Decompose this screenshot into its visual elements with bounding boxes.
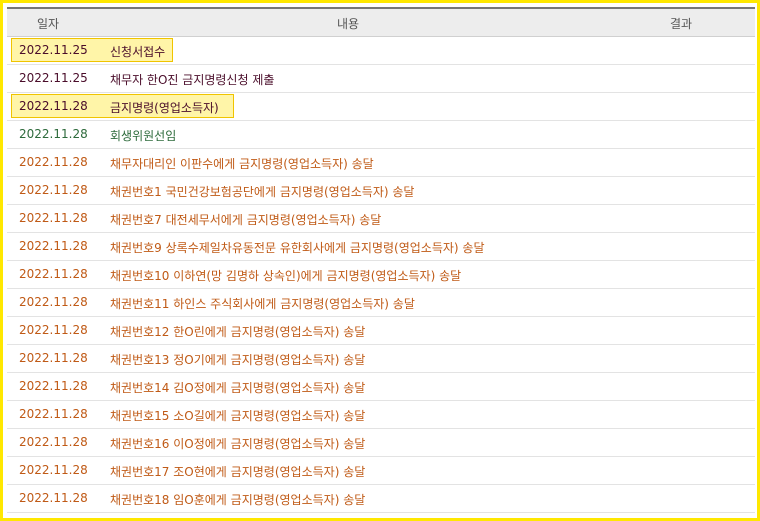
row-content: 채권번호14 김O정에게 금지명령(영업소득자) 송달 [110, 381, 366, 395]
table-row: 2022.11.28 채권번호18 임O훈에게 금지명령(영업소득자) 송달 [7, 485, 755, 513]
row-content: 채권번호9 상록수제일차유동전문 유한회사에게 금지명령(영업소득자) 송달 [110, 241, 485, 255]
row-date: 2022.11.25 [19, 71, 88, 85]
row-date: 2022.11.28 [19, 211, 88, 225]
row-content: 채권번호1 국민건강보험공단에게 금지명령(영업소득자) 송달 [110, 185, 415, 199]
table-row: 2022.11.28 채권번호14 김O정에게 금지명령(영업소득자) 송달 [7, 373, 755, 401]
row-content: 신청서접수 [110, 45, 166, 59]
table-row: 2022.11.28 회생위원선임 [7, 121, 755, 149]
row-content: 회생위원선임 [110, 129, 177, 143]
table-row: 2022.11.28 채권번호10 이하연(망 김명하 상속인)에게 금지명령(… [7, 261, 755, 289]
row-content: 채권번호15 소O길에게 금지명령(영업소득자) 송달 [110, 409, 366, 423]
row-content: 채권번호11 하인스 주식회사에게 금지명령(영업소득자) 송달 [110, 297, 415, 311]
table-row: 2022.11.28 채권번호11 하인스 주식회사에게 금지명령(영업소득자)… [7, 289, 755, 317]
table-row: 2022.11.28 채권번호12 한O린에게 금지명령(영업소득자) 송달 [7, 317, 755, 345]
row-content: 채권번호17 조O현에게 금지명령(영업소득자) 송달 [110, 465, 366, 479]
table-row: 2022.11.25 신청서접수 [7, 37, 755, 65]
row-date: 2022.11.28 [19, 379, 88, 393]
row-content: 채무자 한O진 금지명령신청 제출 [110, 73, 275, 87]
row-content: 채권번호13 정O기에게 금지명령(영업소득자) 송달 [110, 353, 366, 367]
row-content: 채무자대리인 이판수에게 금지명령(영업소득자) 송달 [110, 157, 374, 171]
row-date: 2022.11.28 [19, 295, 88, 309]
row-date: 2022.11.28 [19, 239, 88, 253]
table-row: 2022.11.28 채권번호7 대전세무서에게 금지명령(영업소득자) 송달 [7, 205, 755, 233]
header-date: 일자 [37, 17, 60, 31]
table-row: 2022.11.28 채권번호9 상록수제일차유동전문 유한회사에게 금지명령(… [7, 233, 755, 261]
row-date: 2022.11.25 [19, 43, 88, 57]
row-date: 2022.11.28 [19, 463, 88, 477]
table-row: 2022.11.28 채권번호1 국민건강보험공단에게 금지명령(영업소득자) … [7, 177, 755, 205]
row-date: 2022.11.28 [19, 351, 88, 365]
table-row: 2022.11.28 채권번호13 정O기에게 금지명령(영업소득자) 송달 [7, 345, 755, 373]
table-row: 2022.11.28 채무자대리인 이판수에게 금지명령(영업소득자) 송달 [7, 149, 755, 177]
history-panel: 일자 내용 결과 2022.11.25 신청서접수 2022.11.25 채무자… [0, 0, 760, 521]
row-date: 2022.11.28 [19, 435, 88, 449]
table-row: 2022.11.28 채권번호15 소O길에게 금지명령(영업소득자) 송달 [7, 401, 755, 429]
table-row: 2022.11.28 채권번호17 조O현에게 금지명령(영업소득자) 송달 [7, 457, 755, 485]
row-date: 2022.11.28 [19, 127, 88, 141]
header-content: 내용 [337, 17, 360, 31]
table-row: 2022.11.28 채권번호16 이O정에게 금지명령(영업소득자) 송달 [7, 429, 755, 457]
row-content: 채권번호7 대전세무서에게 금지명령(영업소득자) 송달 [110, 213, 382, 227]
row-date: 2022.11.28 [19, 99, 88, 113]
table-row: 2022.11.25 채무자 한O진 금지명령신청 제출 [7, 65, 755, 93]
row-content: 채권번호16 이O정에게 금지명령(영업소득자) 송달 [110, 437, 366, 451]
row-content: 채권번호12 한O린에게 금지명령(영업소득자) 송달 [110, 325, 366, 339]
row-date: 2022.11.28 [19, 323, 88, 337]
row-content: 금지명령(영업소득자) [110, 101, 219, 115]
header-result: 결과 [670, 17, 693, 31]
row-content: 채권번호10 이하연(망 김명하 상속인)에게 금지명령(영업소득자) 송달 [110, 269, 462, 283]
table-header: 일자 내용 결과 [7, 7, 755, 37]
row-date: 2022.11.28 [19, 491, 88, 505]
row-date: 2022.11.28 [19, 407, 88, 421]
row-date: 2022.11.28 [19, 267, 88, 281]
row-date: 2022.11.28 [19, 155, 88, 169]
table-row: 2022.11.28 금지명령(영업소득자) [7, 93, 755, 121]
row-content: 채권번호18 임O훈에게 금지명령(영업소득자) 송달 [110, 493, 366, 507]
history-table-body: 2022.11.25 신청서접수 2022.11.25 채무자 한O진 금지명령… [7, 37, 755, 513]
row-date: 2022.11.28 [19, 183, 88, 197]
